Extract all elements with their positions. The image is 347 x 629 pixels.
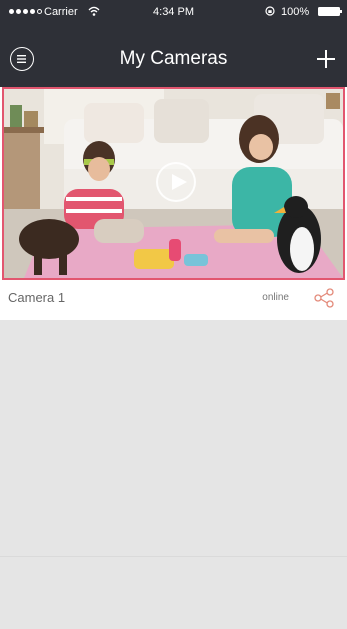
- play-icon: [172, 174, 187, 190]
- orientation-lock-icon: [265, 6, 275, 16]
- plus-icon: [317, 50, 335, 68]
- empty-list-area: [0, 320, 347, 629]
- camera-status: online: [262, 292, 289, 303]
- share-button[interactable]: [313, 287, 335, 309]
- camera-info-row: Camera 1 online: [0, 284, 347, 314]
- play-button[interactable]: [156, 162, 196, 202]
- header: Carrier 4:34 PM 100% My Cameras: [0, 0, 347, 87]
- page-title: My Cameras: [119, 48, 228, 69]
- camera-preview[interactable]: [2, 87, 345, 280]
- nav-bar: My Cameras: [0, 22, 347, 87]
- divider: [0, 556, 347, 557]
- camera-name: Camera 1: [8, 290, 66, 305]
- add-camera-button[interactable]: [313, 46, 339, 72]
- status-bar: Carrier 4:34 PM 100%: [0, 0, 347, 22]
- camera-card[interactable]: Camera 1 online: [0, 87, 347, 320]
- share-icon: [314, 288, 334, 308]
- battery-percentage: 100%: [281, 6, 310, 18]
- battery-icon: [318, 7, 342, 16]
- app-screen: Carrier 4:34 PM 100% My Cameras Camera 1…: [0, 0, 347, 629]
